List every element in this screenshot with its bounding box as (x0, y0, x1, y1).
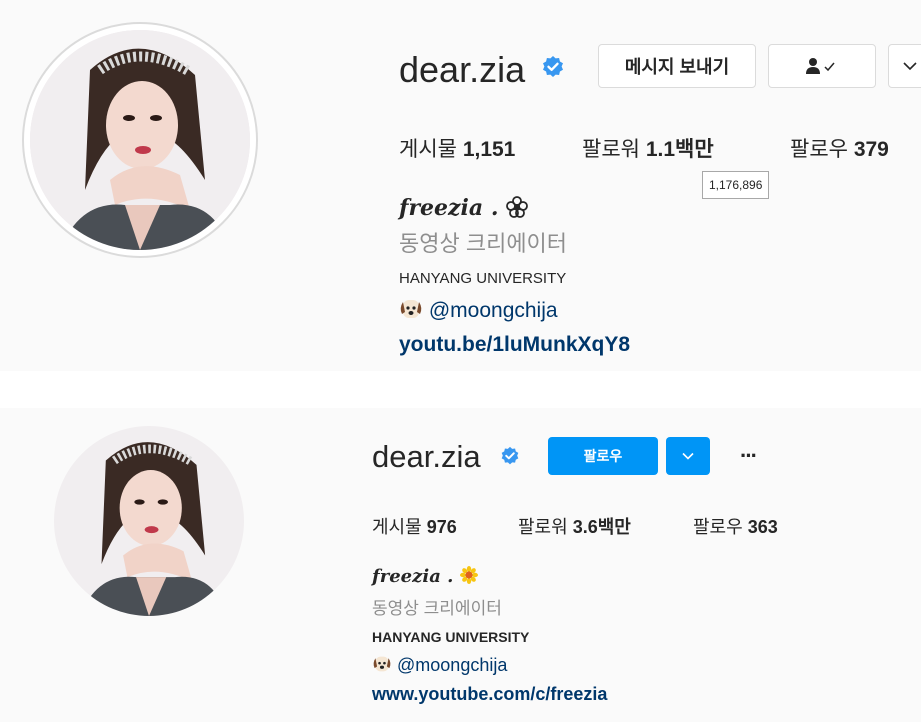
message-button[interactable]: 메시지 보내기 (598, 44, 756, 88)
bio-category: 동영상 크리에이터 (399, 231, 568, 256)
following-button[interactable] (768, 44, 876, 88)
followers-value: 1.1백만 (645, 138, 714, 161)
sunflower-emoji-icon (459, 566, 478, 584)
profile-header-new: dear.zia 팔로우 ··· 게시물 976 팔로워 3.6백만 팔로우 3… (0, 408, 921, 722)
following-label: 팔로우 (790, 138, 848, 161)
following-count[interactable]: 팔로우 379 (790, 133, 889, 163)
posts-label: 게시물 (399, 138, 457, 161)
suggestions-dropdown-button[interactable] (666, 437, 710, 475)
followers-value: 3.6백만 (572, 517, 631, 537)
bio-category: 동영상 크리에이터 (372, 599, 502, 618)
bio-name-text: freezia . (399, 195, 499, 221)
bio-mention-line: @moongchija (372, 655, 507, 676)
posts-value: 976 (426, 517, 457, 537)
bio-website-link[interactable]: youtu.be/1luMunkXqY8 (399, 333, 630, 357)
suggestions-dropdown-button[interactable] (888, 44, 921, 88)
bio-mention-link[interactable]: @moongchija (429, 299, 558, 322)
flower-icon (506, 196, 529, 218)
profile-photo (54, 426, 244, 616)
dog-emoji-icon (400, 300, 422, 318)
bio-website-link[interactable]: www.youtube.com/c/freezia (372, 684, 607, 705)
bio-school: HANYANG UNIVERSITY (399, 270, 567, 287)
chevron-down-icon (903, 62, 917, 71)
bio-name-text: freezia . (372, 566, 454, 587)
username: dear.zia (399, 49, 526, 90)
followers-tooltip: 1,176,896 (702, 171, 770, 199)
followers-exact-count: 1,176,896 (709, 178, 763, 192)
bio-name: freezia . (399, 193, 529, 223)
avatar[interactable] (54, 426, 244, 616)
followers-label: 팔로워 (518, 517, 568, 537)
followers-label: 팔로워 (582, 138, 640, 161)
profile-photo (30, 30, 250, 250)
followers-count[interactable]: 팔로워 3.6백만 (518, 513, 631, 539)
following-count[interactable]: 팔로우 363 (693, 513, 778, 539)
bio-mention-link[interactable]: @moongchija (397, 655, 507, 675)
posts-value: 1,151 (462, 138, 516, 161)
chevron-down-icon (682, 452, 694, 460)
posts-count: 게시물 976 (372, 513, 457, 539)
bio-mention-line: @moongchija (399, 298, 558, 323)
verified-badge-icon (543, 56, 563, 77)
person-check-icon (806, 58, 835, 74)
avatar[interactable] (30, 30, 250, 250)
more-options-button[interactable]: ··· (728, 437, 768, 475)
following-value: 379 (853, 138, 889, 161)
verified-badge-icon (501, 446, 519, 465)
bio-school: HANYANG UNIVERSITY (372, 629, 530, 645)
posts-count: 게시물 1,151 (399, 133, 515, 163)
posts-label: 게시물 (372, 517, 422, 537)
follow-button-label: 팔로우 (583, 448, 623, 464)
bio-name: freezia . (372, 565, 478, 589)
following-value: 363 (747, 517, 778, 537)
follow-button[interactable]: 팔로우 (548, 437, 658, 475)
following-label: 팔로우 (693, 517, 743, 537)
dog-emoji-icon (373, 656, 391, 672)
followers-count[interactable]: 팔로워 1.1백만 (582, 133, 714, 163)
message-button-label: 메시지 보내기 (624, 57, 730, 77)
username: dear.zia (372, 439, 481, 474)
profile-header-old: dear.zia 메시지 보내기 게시물 1,151 팔로워 1.1백만 팔로우… (0, 0, 921, 371)
